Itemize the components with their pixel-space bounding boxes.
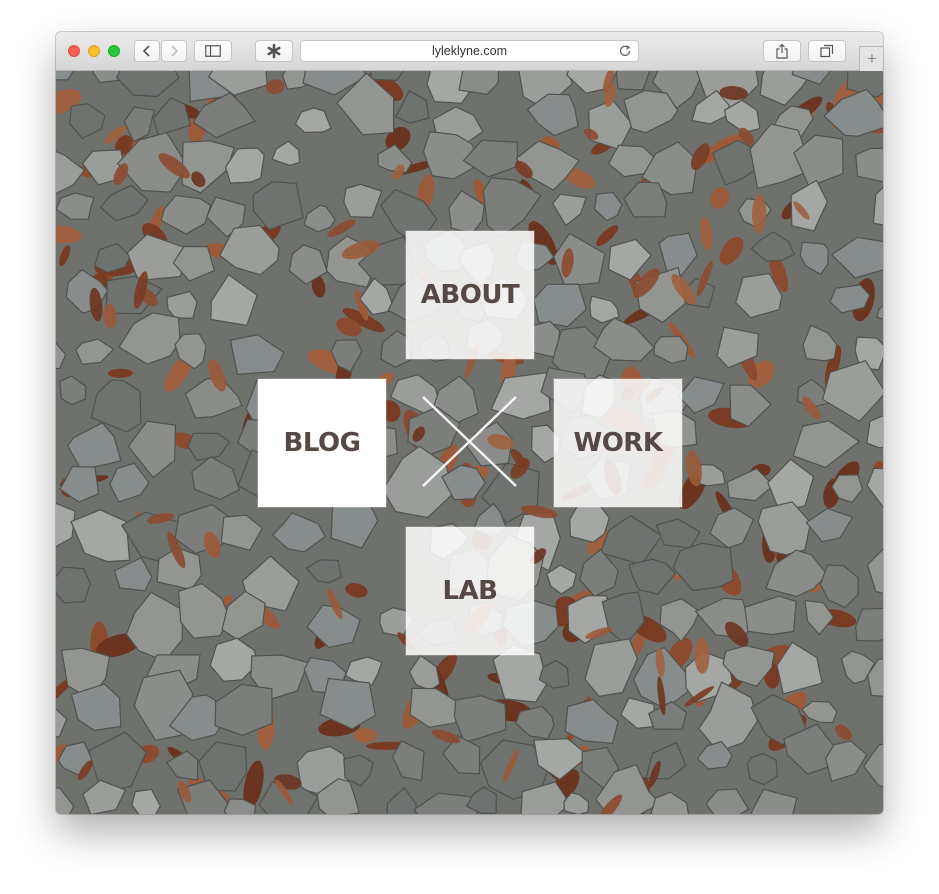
reload-icon[interactable] (618, 44, 632, 58)
nav-label-blog: BLOG (283, 428, 361, 458)
tabs-overview-button[interactable] (808, 40, 846, 62)
chevron-right-icon (171, 45, 179, 57)
plus-icon: + (867, 49, 877, 68)
chevron-left-icon (142, 45, 150, 57)
nav-label-work: WORK (573, 428, 663, 458)
share-button[interactable] (763, 40, 801, 62)
tabs-icon (820, 44, 834, 58)
nav-tile-blog[interactable]: BLOG (258, 379, 386, 507)
minimize-window-button[interactable] (88, 45, 100, 57)
browser-toolbar: lyleklyne.com + (56, 32, 883, 71)
nav-label-about: ABOUT (420, 280, 520, 310)
share-icon (776, 43, 788, 59)
sidebar-icon (205, 45, 221, 57)
url-text: lyleklyne.com (431, 44, 508, 58)
nav-tile-work[interactable]: WORK (554, 379, 682, 507)
site-favicon-button[interactable] (255, 40, 293, 62)
nav-tile-lab[interactable]: LAB (406, 527, 534, 655)
page-content: ABOUT BLOG WORK LAB (56, 71, 883, 814)
zoom-window-button[interactable] (108, 45, 120, 57)
browser-window: lyleklyne.com + ABOUT BLOG WORK LAB (56, 32, 883, 814)
address-bar[interactable]: lyleklyne.com (300, 40, 639, 62)
close-x-icon[interactable] (56, 71, 883, 814)
sidebar-toggle-button[interactable] (194, 40, 232, 62)
forward-button[interactable] (161, 40, 187, 62)
nav-label-lab: LAB (442, 576, 498, 606)
new-tab-button[interactable]: + (859, 46, 883, 71)
back-button[interactable] (134, 40, 160, 62)
close-window-button[interactable] (68, 45, 80, 57)
asterisk-icon (267, 43, 281, 59)
nav-tile-about[interactable]: ABOUT (406, 231, 534, 359)
